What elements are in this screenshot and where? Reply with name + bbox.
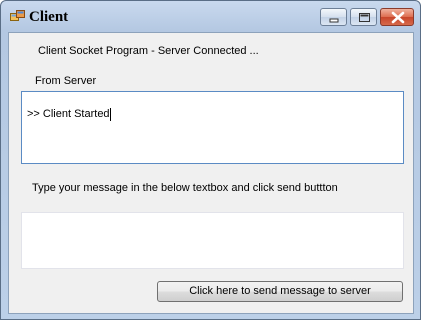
instruction-label: Type your message in the below textbox a… bbox=[32, 182, 338, 194]
close-button[interactable] bbox=[380, 8, 414, 26]
minimize-icon bbox=[329, 18, 339, 23]
message-input-textbox[interactable] bbox=[21, 212, 404, 269]
client-window: Client Client Socket Program - Server Co… bbox=[0, 0, 421, 320]
maximize-icon bbox=[359, 13, 370, 22]
text-caret bbox=[109, 108, 111, 121]
window-title: Client bbox=[29, 9, 69, 25]
title-bar[interactable]: Client bbox=[1, 1, 420, 31]
minimize-button[interactable] bbox=[320, 8, 347, 26]
app-icon[interactable] bbox=[10, 10, 25, 23]
server-output-textbox[interactable]: >> Client Started bbox=[21, 91, 404, 164]
from-server-label: From Server bbox=[35, 75, 97, 87]
connection-status-label: Client Socket Program - Server Connected… bbox=[38, 45, 259, 57]
client-area: Client Socket Program - Server Connected… bbox=[8, 32, 414, 314]
close-icon bbox=[391, 11, 405, 24]
maximize-button[interactable] bbox=[350, 8, 377, 26]
send-message-button[interactable]: Click here to send message to server bbox=[157, 281, 403, 302]
server-output-text: >> Client Started bbox=[27, 108, 111, 121]
